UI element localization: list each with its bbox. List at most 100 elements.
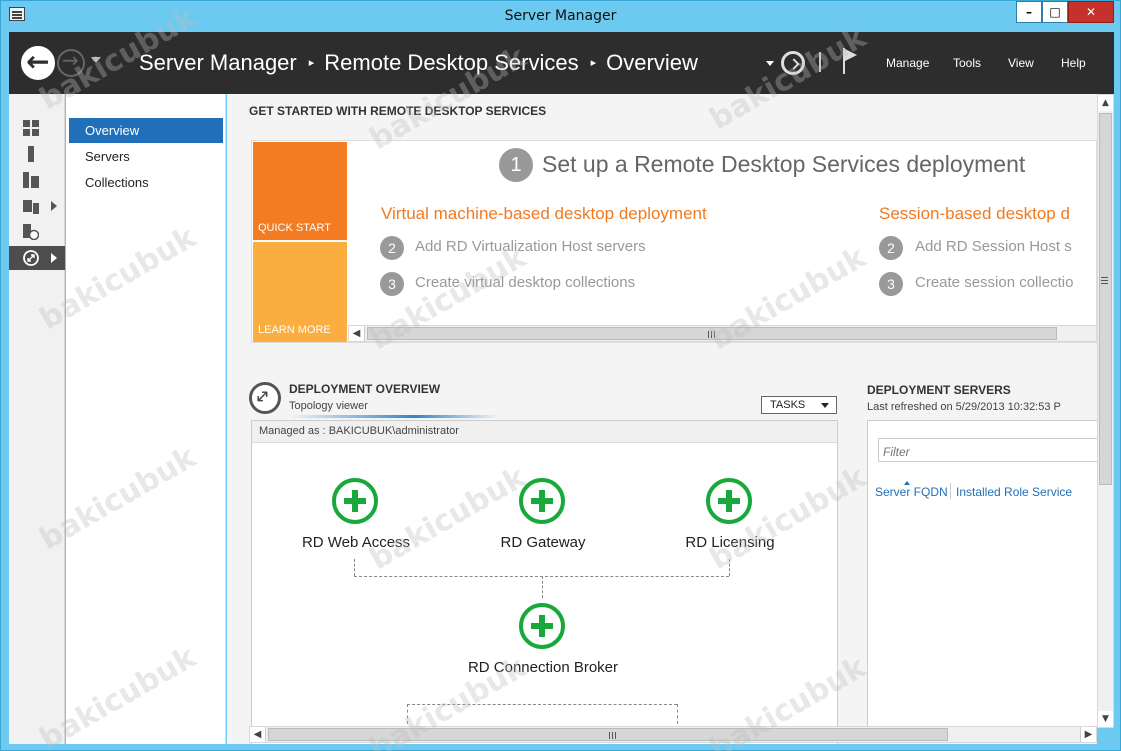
add-rd-connection-broker-button[interactable] <box>519 603 565 649</box>
breadcrumb-dropdown-icon[interactable] <box>766 61 774 66</box>
rail-item-dashboard[interactable] <box>9 116 65 140</box>
breadcrumb-item-server-manager[interactable]: Server Manager <box>139 50 297 75</box>
learn-more-label: LEARN MORE <box>258 324 331 336</box>
flag-icon[interactable] <box>841 48 861 74</box>
breadcrumb: Server Manager ▸ Remote Desktop Services ▸ O… <box>139 50 698 76</box>
iis-icon <box>23 224 39 240</box>
local-server-icon <box>28 146 34 162</box>
rd-gateway-label: RD Gateway <box>500 534 586 551</box>
filter-input[interactable] <box>878 438 1097 462</box>
rd-connection-broker-label: RD Connection Broker <box>467 659 619 676</box>
nav-panel: Overview Servers Collections <box>66 94 226 744</box>
scroll-down-button[interactable]: ▼ <box>1098 711 1113 727</box>
rd-web-access-label: RD Web Access <box>301 534 411 551</box>
main-horizontal-scrollbar[interactable]: ◀ ▶ <box>249 726 1097 743</box>
setup-deployment-link[interactable]: Set up a Remote Desktop Services deploym… <box>542 151 1025 178</box>
vertical-scroll-thumb[interactable] <box>1099 113 1112 485</box>
file-storage-icon <box>23 200 39 214</box>
scroll-left-button[interactable]: ◀ <box>349 326 365 341</box>
remote-desktop-icon <box>23 250 39 266</box>
vm-step-3-badge: 3 <box>380 272 404 296</box>
column-server-fqdn[interactable]: Server FQDN <box>875 485 948 499</box>
tasks-dropdown-button[interactable]: TASKS <box>761 396 837 414</box>
maximize-button[interactable]: □ <box>1042 1 1068 23</box>
nav-item-servers[interactable]: Servers <box>69 144 223 169</box>
session-deployment-heading[interactable]: Session-based desktop d <box>879 204 1070 224</box>
close-button[interactable]: ✕ <box>1068 1 1114 23</box>
scroll-grip-icon <box>609 732 616 739</box>
nav-item-overview[interactable]: Overview <box>69 118 223 143</box>
create-session-collections-link[interactable]: Create session collectio <box>915 274 1073 291</box>
breadcrumb-separator-icon: ▸ <box>308 57 315 69</box>
section-underline <box>289 415 499 418</box>
header-bar: Server Manager ▸ Remote Desktop Services ▸ O… <box>9 32 1114 94</box>
connector-line <box>729 559 730 576</box>
remote-desktop-deployment-icon <box>249 382 281 414</box>
history-dropdown-icon[interactable] <box>91 57 101 63</box>
deployment-servers-heading: DEPLOYMENT SERVERS <box>867 383 1011 397</box>
minimize-button[interactable]: – <box>1016 1 1042 23</box>
deployment-servers-panel: Server FQDN Installed Role Service <box>867 420 1097 740</box>
connector-line <box>407 704 408 724</box>
rail-item-remote-desktop[interactable] <box>9 246 65 270</box>
breadcrumb-item-remote-desktop-services[interactable]: Remote Desktop Services <box>324 50 578 75</box>
main-vertical-scrollbar[interactable]: ▲ ▼ <box>1097 94 1114 728</box>
scroll-left-button[interactable]: ◀ <box>250 727 266 742</box>
rd-licensing-label: RD Licensing <box>685 534 775 551</box>
connector-line <box>407 704 677 705</box>
menu-view[interactable]: View <box>1008 56 1034 70</box>
breadcrumb-separator-icon: ▸ <box>590 57 597 69</box>
menu-manage[interactable]: Manage <box>886 56 929 70</box>
learn-more-tile[interactable]: LEARN MORE <box>253 242 347 342</box>
create-virtual-desktop-collections-link[interactable]: Create virtual desktop collections <box>415 274 635 291</box>
managed-as-label: Managed as : BAKICUBUK\administrator <box>252 421 837 443</box>
scroll-up-button[interactable]: ▲ <box>1098 95 1113 111</box>
dashboard-icon <box>23 120 39 136</box>
scroll-thumb[interactable] <box>367 327 1057 340</box>
rail-item-iis[interactable] <box>9 220 65 244</box>
topology-viewer: Managed as : BAKICUBUK\administrator RD … <box>251 420 838 744</box>
scroll-grip-icon <box>708 331 715 338</box>
expand-arrow-icon[interactable] <box>51 253 57 263</box>
server-manager-window: Server Manager – □ ✕ Server Manager ▸ Remo… <box>0 0 1121 751</box>
add-rd-virtualization-host-link[interactable]: Add RD Virtualization Host servers <box>415 238 646 255</box>
quick-start-tile[interactable]: QUICK START <box>253 142 347 240</box>
header-divider <box>819 52 821 72</box>
expand-arrow-icon[interactable] <box>51 201 57 211</box>
nav-item-collections[interactable]: Collections <box>69 170 223 195</box>
column-installed-role-service[interactable]: Installed Role Service <box>956 485 1072 499</box>
add-rd-gateway-button[interactable] <box>519 478 565 524</box>
column-divider <box>950 483 951 499</box>
menu-tools[interactable]: Tools <box>953 56 981 70</box>
forward-arrow-icon[interactable] <box>57 48 85 77</box>
scroll-right-button[interactable]: ▶ <box>1080 727 1096 742</box>
quick-start-horizontal-scrollbar[interactable]: ◀ <box>348 325 1096 342</box>
vm-deployment-heading[interactable]: Virtual machine-based desktop deployment <box>381 204 707 224</box>
rail-item-all-servers[interactable] <box>9 168 65 192</box>
topology-viewer-label: Topology viewer <box>289 400 368 412</box>
back-arrow-icon[interactable] <box>21 45 55 80</box>
step-1-badge: 1 <box>499 148 533 182</box>
connector-line <box>542 576 543 598</box>
connector-line <box>677 704 678 724</box>
title-bar[interactable]: Server Manager – □ ✕ <box>1 1 1120 31</box>
main-content: GET STARTED WITH REMOTE DESKTOP SERVICES… <box>227 94 1097 744</box>
rail-item-file-storage[interactable] <box>9 194 65 218</box>
connector-line <box>354 559 355 576</box>
session-step-2-badge: 2 <box>879 236 903 260</box>
scroll-grip-icon <box>1101 277 1108 284</box>
get-started-heading: GET STARTED WITH REMOTE DESKTOP SERVICES <box>249 104 547 118</box>
all-servers-icon <box>23 172 39 188</box>
vm-step-2-badge: 2 <box>380 236 404 260</box>
add-rd-licensing-button[interactable] <box>706 478 752 524</box>
left-rail <box>9 94 65 744</box>
refresh-icon[interactable] <box>781 51 805 75</box>
deployment-overview-heading: DEPLOYMENT OVERVIEW <box>289 382 441 396</box>
scroll-thumb[interactable] <box>268 728 948 741</box>
rail-item-local-server[interactable] <box>9 142 65 166</box>
quick-start-panel: QUICK START LEARN MORE 1 Set up a Remote… <box>251 140 1097 343</box>
add-rd-session-host-link[interactable]: Add RD Session Host s <box>915 238 1072 255</box>
breadcrumb-item-overview: Overview <box>606 50 698 75</box>
add-rd-web-access-button[interactable] <box>332 478 378 524</box>
menu-help[interactable]: Help <box>1061 56 1086 70</box>
